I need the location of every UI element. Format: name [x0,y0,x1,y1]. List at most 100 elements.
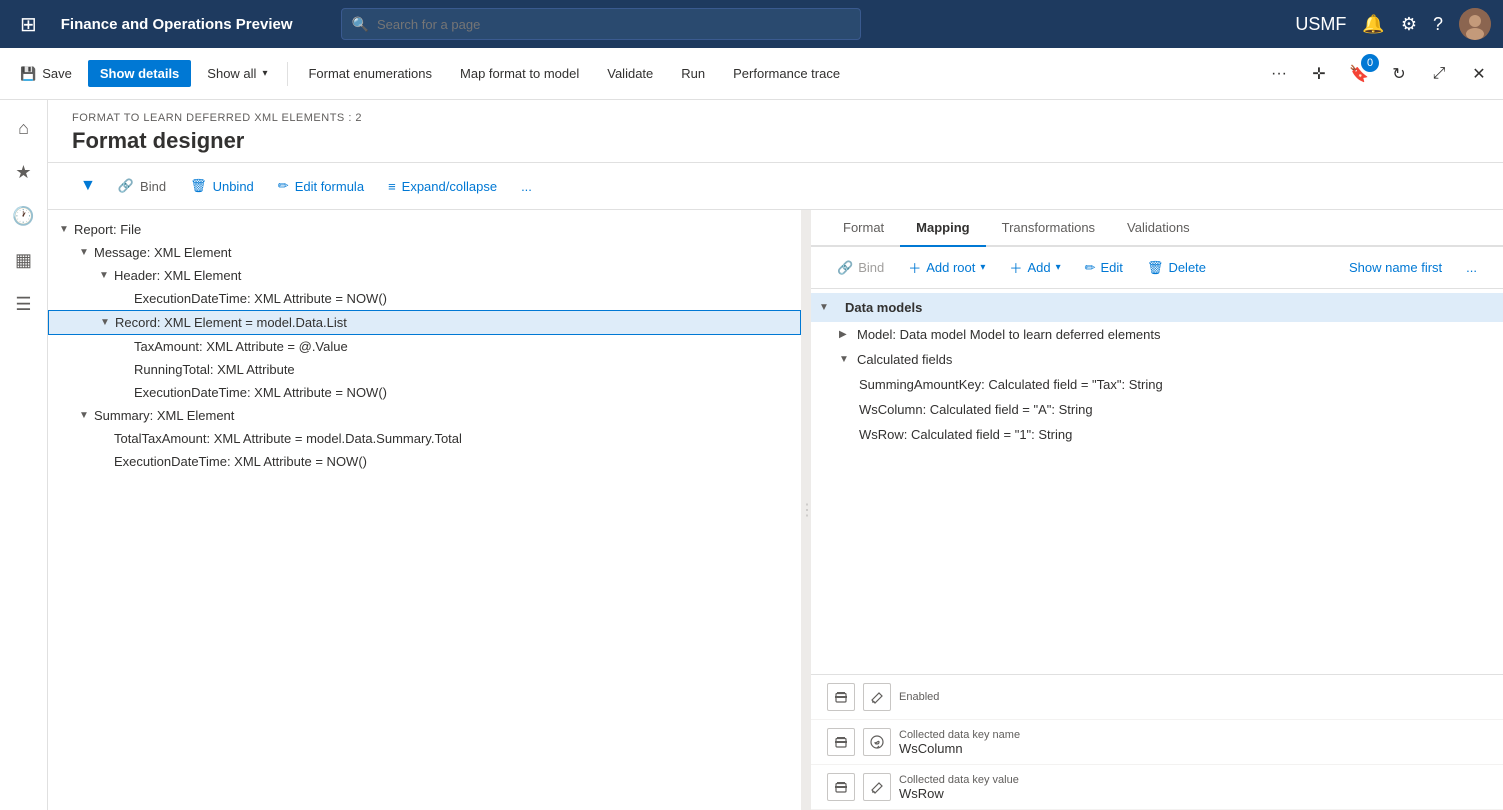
tree-item-label: Summary: XML Element [94,408,234,423]
format-tree-item[interactable]: ExecutionDateTime: XML Attribute = NOW() [48,381,801,404]
format-enumerations-button[interactable]: Format enumerations [296,60,444,87]
property-delete-button[interactable] [827,728,855,756]
format-tree-item[interactable]: TotalTaxAmount: XML Attribute = model.Da… [48,427,801,450]
validate-button[interactable]: Validate [595,60,665,87]
tree-item-label: Header: XML Element [114,268,241,283]
property-edit-button[interactable] [863,683,891,711]
show-details-button[interactable]: Show details [88,60,191,87]
property-value: WsColumn [899,741,1487,756]
nav-recent[interactable]: 🕐 [4,196,44,236]
bind-button[interactable]: 🔗 Bind [108,173,176,199]
model-tree-item[interactable]: ▶Model: Data model Model to learn deferr… [811,322,1503,347]
tree-arrow-icon: ▼ [96,270,112,281]
top-nav: ⊞ Finance and Operations Preview 🔍 USMF … [0,0,1503,48]
format-tree-item[interactable]: ▼Report: File [48,218,801,241]
property-edit-button[interactable] [863,728,891,756]
search-bar[interactable]: 🔍 [341,8,861,40]
format-tree-item[interactable]: TaxAmount: XML Attribute = @.Value [48,335,801,358]
more-options-button[interactable]: ··· [1263,58,1295,90]
property-edit-button[interactable] [863,773,891,801]
toolbar-right: ··· ✛ 🔖 0 ↻ ⤢ ✕ [1263,58,1495,90]
add-root-button[interactable]: ＋ Add root ▾ [898,253,995,282]
search-icon: 🔍 [352,16,369,33]
edit-button[interactable]: ✏ Edit [1075,255,1133,281]
sub-toolbar: ▼ 🔗 Bind 🗑 Unbind ✏ Edit formula ≡ Expan… [48,163,1503,210]
edit-icon: ✏ [1085,260,1096,276]
model-tree-item[interactable]: WsRow: Calculated field = "1": String [811,422,1503,447]
pane-divider[interactable]: ⋮ [803,210,811,810]
format-tree-item[interactable]: ▼Message: XML Element [48,241,801,264]
add-root-icon: ＋ [908,258,921,277]
performance-trace-button[interactable]: Performance trace [721,60,852,87]
show-all-button[interactable]: Show all ▾ [195,60,279,87]
settings-icon[interactable]: ⚙ [1401,14,1417,35]
model-tree-item[interactable]: ▼Data models [811,293,1503,322]
right-bind-button[interactable]: 🔗 Bind [827,255,894,281]
properties-panel: EnabledCollected data key nameWsColumnCo… [811,674,1503,810]
tree-item-label: Report: File [74,222,141,237]
format-tree-item[interactable]: ▼Record: XML Element = model.Data.List [48,310,801,335]
avatar[interactable] [1459,8,1491,40]
model-tree-item[interactable]: WsColumn: Calculated field = "A": String [811,397,1503,422]
nav-favorites[interactable]: ★ [4,152,44,192]
tree-item-label: ExecutionDateTime: XML Attribute = NOW() [114,454,367,469]
run-button[interactable]: Run [669,60,717,87]
property-row: Enabled [811,675,1503,720]
notification-icon[interactable]: 🔔 [1362,14,1384,35]
format-tree-item[interactable]: ▼Summary: XML Element [48,404,801,427]
right-more-button[interactable]: ... [1456,255,1487,280]
delete-button[interactable]: 🗑 Delete [1137,255,1216,281]
edit-formula-button[interactable]: ✏ Edit formula [268,173,374,199]
filter-icon[interactable]: ▼ [72,169,104,203]
sub-more-button[interactable]: ... [511,174,542,199]
expand-collapse-button[interactable]: ≡ Expand/collapse [378,174,507,199]
model-tree-item[interactable]: SummingAmountKey: Calculated field = "Ta… [811,372,1503,397]
help-icon[interactable]: ? [1433,14,1443,35]
property-delete-button[interactable] [827,683,855,711]
model-tree: ▼Data models▶Model: Data model Model to … [811,289,1503,674]
crosshair-icon-button[interactable]: ✛ [1303,58,1335,90]
left-nav: ⌂ ★ 🕐 ▦ ☰ [0,100,48,810]
tree-arrow-icon: ▼ [76,410,92,421]
format-tree: ▼Report: File▼Message: XML Element▼Heade… [48,218,801,473]
property-delete-button[interactable] [827,773,855,801]
tab-mapping[interactable]: Mapping [900,210,985,247]
user-label: USMF [1295,14,1346,35]
model-item-label: SummingAmountKey: Calculated field = "Ta… [859,377,1163,392]
page-title: Format designer [72,128,1479,154]
open-in-new-button[interactable]: ⤢ [1423,58,1455,90]
add-chevron-icon: ▾ [1056,262,1061,273]
format-tree-item[interactable]: ExecutionDateTime: XML Attribute = NOW() [48,450,801,473]
nav-list[interactable]: ☰ [4,284,44,324]
map-format-button[interactable]: Map format to model [448,60,591,87]
model-item-label: WsRow: Calculated field = "1": String [859,427,1072,442]
close-button[interactable]: ✕ [1463,58,1495,90]
search-input[interactable] [377,17,850,32]
refresh-button[interactable]: ↻ [1383,58,1415,90]
grid-icon[interactable]: ⊞ [12,8,45,41]
tree-item-label: RunningTotal: XML Attribute [134,362,295,377]
tab-transformations[interactable]: Transformations [986,210,1111,247]
model-arrow-icon: ▼ [819,302,833,313]
model-tree-item[interactable]: ▼Calculated fields [811,347,1503,372]
format-tree-item[interactable]: ▼Header: XML Element [48,264,801,287]
nav-workspaces[interactable]: ▦ [4,240,44,280]
add-icon: ＋ [1009,258,1022,277]
format-tree-item[interactable]: ExecutionDateTime: XML Attribute = NOW() [48,287,801,310]
unbind-button[interactable]: 🗑 Unbind [180,173,264,199]
format-tree-item[interactable]: RunningTotal: XML Attribute [48,358,801,381]
tabs: FormatMappingTransformationsValidations [811,210,1503,247]
tab-validations[interactable]: Validations [1111,210,1206,247]
show-name-first-button[interactable]: Show name first [1339,255,1452,280]
add-button[interactable]: ＋ Add ▾ [999,253,1070,282]
show-all-chevron-icon: ▾ [262,68,267,79]
save-button[interactable]: 💾 Save [8,60,84,88]
tab-format[interactable]: Format [827,210,900,247]
model-arrow-icon: ▼ [839,354,853,365]
nav-home[interactable]: ⌂ [4,108,44,148]
add-root-chevron-icon: ▾ [980,262,985,273]
expand-icon: ≡ [388,179,396,194]
formula-icon: ✏ [278,178,289,194]
right-toolbar: 🔗 Bind ＋ Add root ▾ ＋ Add ▾ ✏ [811,247,1503,289]
property-value: WsRow [899,786,1487,801]
